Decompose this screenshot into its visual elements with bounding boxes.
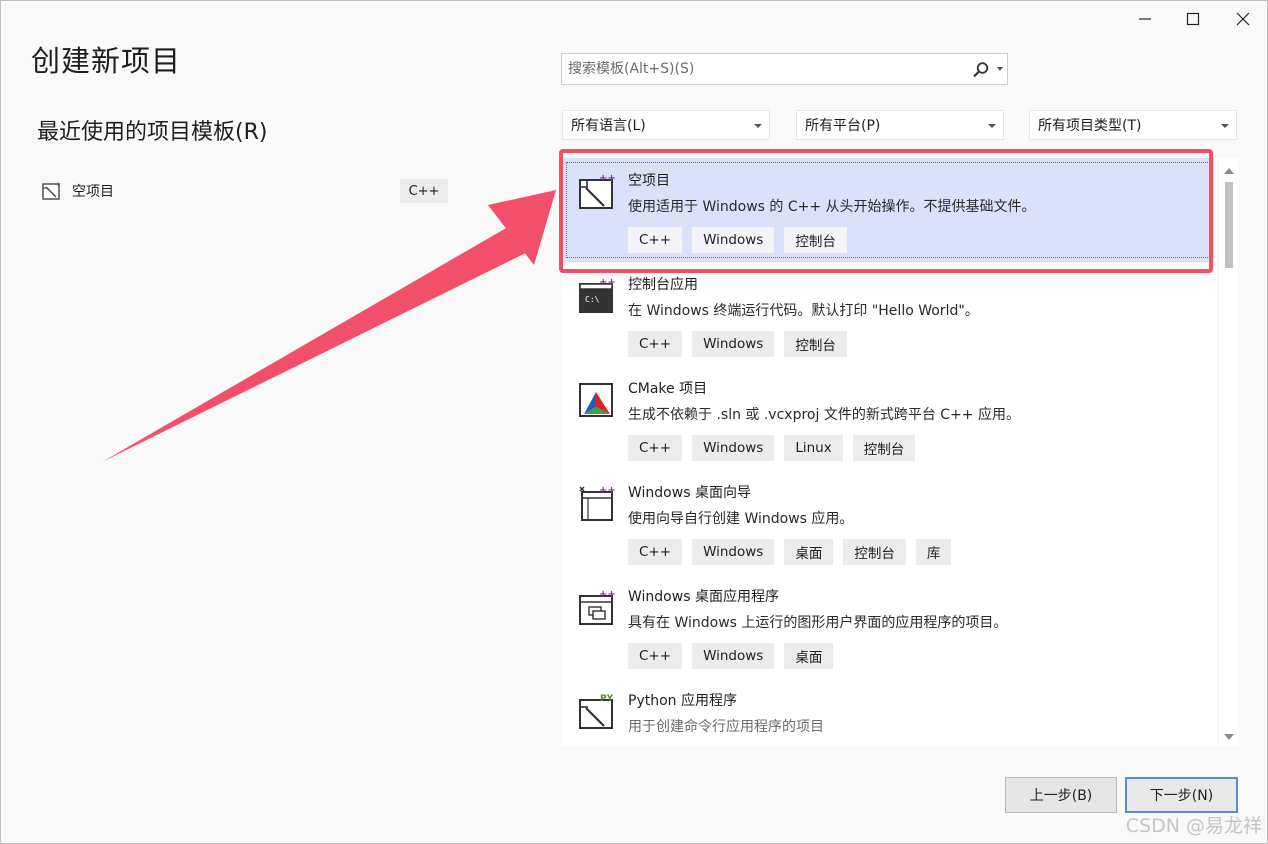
svg-text:++: ++ — [599, 589, 616, 600]
maximize-icon — [1186, 12, 1200, 26]
tag: Linux — [784, 435, 843, 461]
template-description: 用于创建命令行应用程序的项目 — [628, 719, 824, 735]
template-name: 控制台应用 — [628, 277, 698, 293]
search-input[interactable] — [562, 61, 962, 77]
template-item-desktop-wizard[interactable]: ++ Windows 桌面向导 使用向导自行创建 Windows 应用。 C++… — [562, 470, 1214, 574]
scroll-down-icon[interactable] — [1224, 734, 1234, 740]
chevron-down-icon — [754, 124, 762, 128]
tag: 库 — [915, 539, 952, 565]
search-options-caret[interactable] — [997, 67, 1003, 71]
template-tags: C++ Windows 桌面 — [628, 643, 834, 669]
annotation-highlight-box — [559, 149, 1213, 273]
template-search — [561, 53, 1008, 85]
tag: C++ — [628, 435, 683, 461]
recent-templates-heading: 最近使用的项目模板(R) — [37, 120, 268, 145]
tag: 控制台 — [852, 435, 916, 461]
tag: C++ — [628, 539, 683, 565]
tag: Windows — [692, 643, 775, 669]
svg-text:++: ++ — [599, 485, 616, 496]
template-tags: C++ Windows Linux 控制台 — [628, 435, 916, 461]
tag: Windows — [692, 435, 775, 461]
previous-button[interactable]: 上一步(B) — [1005, 777, 1117, 813]
svg-text:++: ++ — [599, 277, 616, 288]
template-item-cmake-project[interactable]: CMake 项目 生成不依赖于 .sln 或 .vcxproj 文件的新式跨平台… — [562, 366, 1214, 470]
template-name: Windows 桌面应用程序 — [628, 589, 779, 605]
tag: C++ — [628, 643, 683, 669]
close-button[interactable] — [1218, 0, 1268, 38]
template-description: 具有在 Windows 上运行的图形用户界面的应用程序的项目。 — [628, 615, 1008, 631]
page-title: 创建新项目 — [31, 44, 182, 78]
svg-text:C:\: C:\ — [585, 295, 600, 304]
template-item-python-app[interactable]: PY Python 应用程序 用于创建命令行应用程序的项目 — [562, 678, 1214, 746]
template-tags: C++ Windows 桌面 控制台 库 — [628, 539, 952, 565]
template-name: CMake 项目 — [628, 381, 708, 397]
watermark: CSDN @易龙祥 — [1125, 815, 1262, 837]
chevron-down-icon — [1221, 124, 1229, 128]
recent-item-lang-tag: C++ — [400, 179, 448, 203]
language-filter-value: 所有语言(L) — [571, 118, 646, 134]
project-type-filter-value: 所有项目类型(T) — [1038, 118, 1142, 134]
tag: 桌面 — [784, 643, 834, 669]
platform-filter-value: 所有平台(P) — [805, 118, 881, 134]
tag: C++ — [628, 331, 683, 357]
chevron-down-icon — [988, 124, 996, 128]
cmake-icon — [579, 383, 613, 417]
language-filter-dropdown[interactable]: 所有语言(L) — [562, 110, 770, 140]
scroll-thumb[interactable] — [1225, 182, 1233, 268]
template-item-console-app[interactable]: C:\ ++ 控制台应用 在 Windows 终端运行代码。默认打印 "Hell… — [562, 262, 1214, 366]
next-button[interactable]: 下一步(N) — [1125, 777, 1238, 813]
maximize-button[interactable] — [1168, 0, 1218, 38]
recent-item-empty-project[interactable]: + 空项目 C++ — [34, 174, 454, 208]
project-type-filter-dropdown[interactable]: 所有项目类型(T) — [1029, 110, 1237, 140]
desktop-wizard-icon: ++ — [579, 485, 616, 521]
template-description: 在 Windows 终端运行代码。默认打印 "Hello World"。 — [628, 303, 979, 319]
platform-filter-dropdown[interactable]: 所有平台(P) — [796, 110, 1004, 140]
tag: Windows — [692, 539, 775, 565]
desktop-app-icon: ++ — [579, 589, 616, 625]
tag: Windows — [692, 331, 775, 357]
template-item-desktop-app[interactable]: ++ Windows 桌面应用程序 具有在 Windows 上运行的图形用户界面… — [562, 574, 1214, 678]
template-description: 生成不依赖于 .sln 或 .vcxproj 文件的新式跨平台 C++ 应用。 — [628, 407, 1020, 423]
close-icon — [1236, 12, 1250, 26]
search-icon[interactable] — [971, 60, 991, 80]
tag: 桌面 — [784, 539, 834, 565]
svg-text:PY: PY — [600, 694, 614, 704]
tag: 控制台 — [784, 331, 847, 357]
minimize-icon — [1139, 18, 1151, 20]
template-name: Windows 桌面向导 — [628, 485, 751, 501]
template-tags: C++ Windows 控制台 — [628, 331, 847, 357]
template-name: Python 应用程序 — [628, 693, 737, 709]
minimize-button[interactable] — [1120, 0, 1170, 38]
template-list-scrollbar[interactable] — [1218, 158, 1238, 746]
recent-item-label: 空项目 — [72, 184, 114, 200]
console-app-icon: C:\ ++ — [579, 277, 616, 313]
empty-project-icon: + — [42, 180, 61, 200]
tag: 控制台 — [843, 539, 906, 565]
scroll-up-icon[interactable] — [1224, 168, 1234, 174]
template-description: 使用向导自行创建 Windows 应用。 — [628, 511, 854, 527]
svg-text:+: + — [55, 180, 61, 188]
python-app-icon: PY — [579, 694, 614, 729]
